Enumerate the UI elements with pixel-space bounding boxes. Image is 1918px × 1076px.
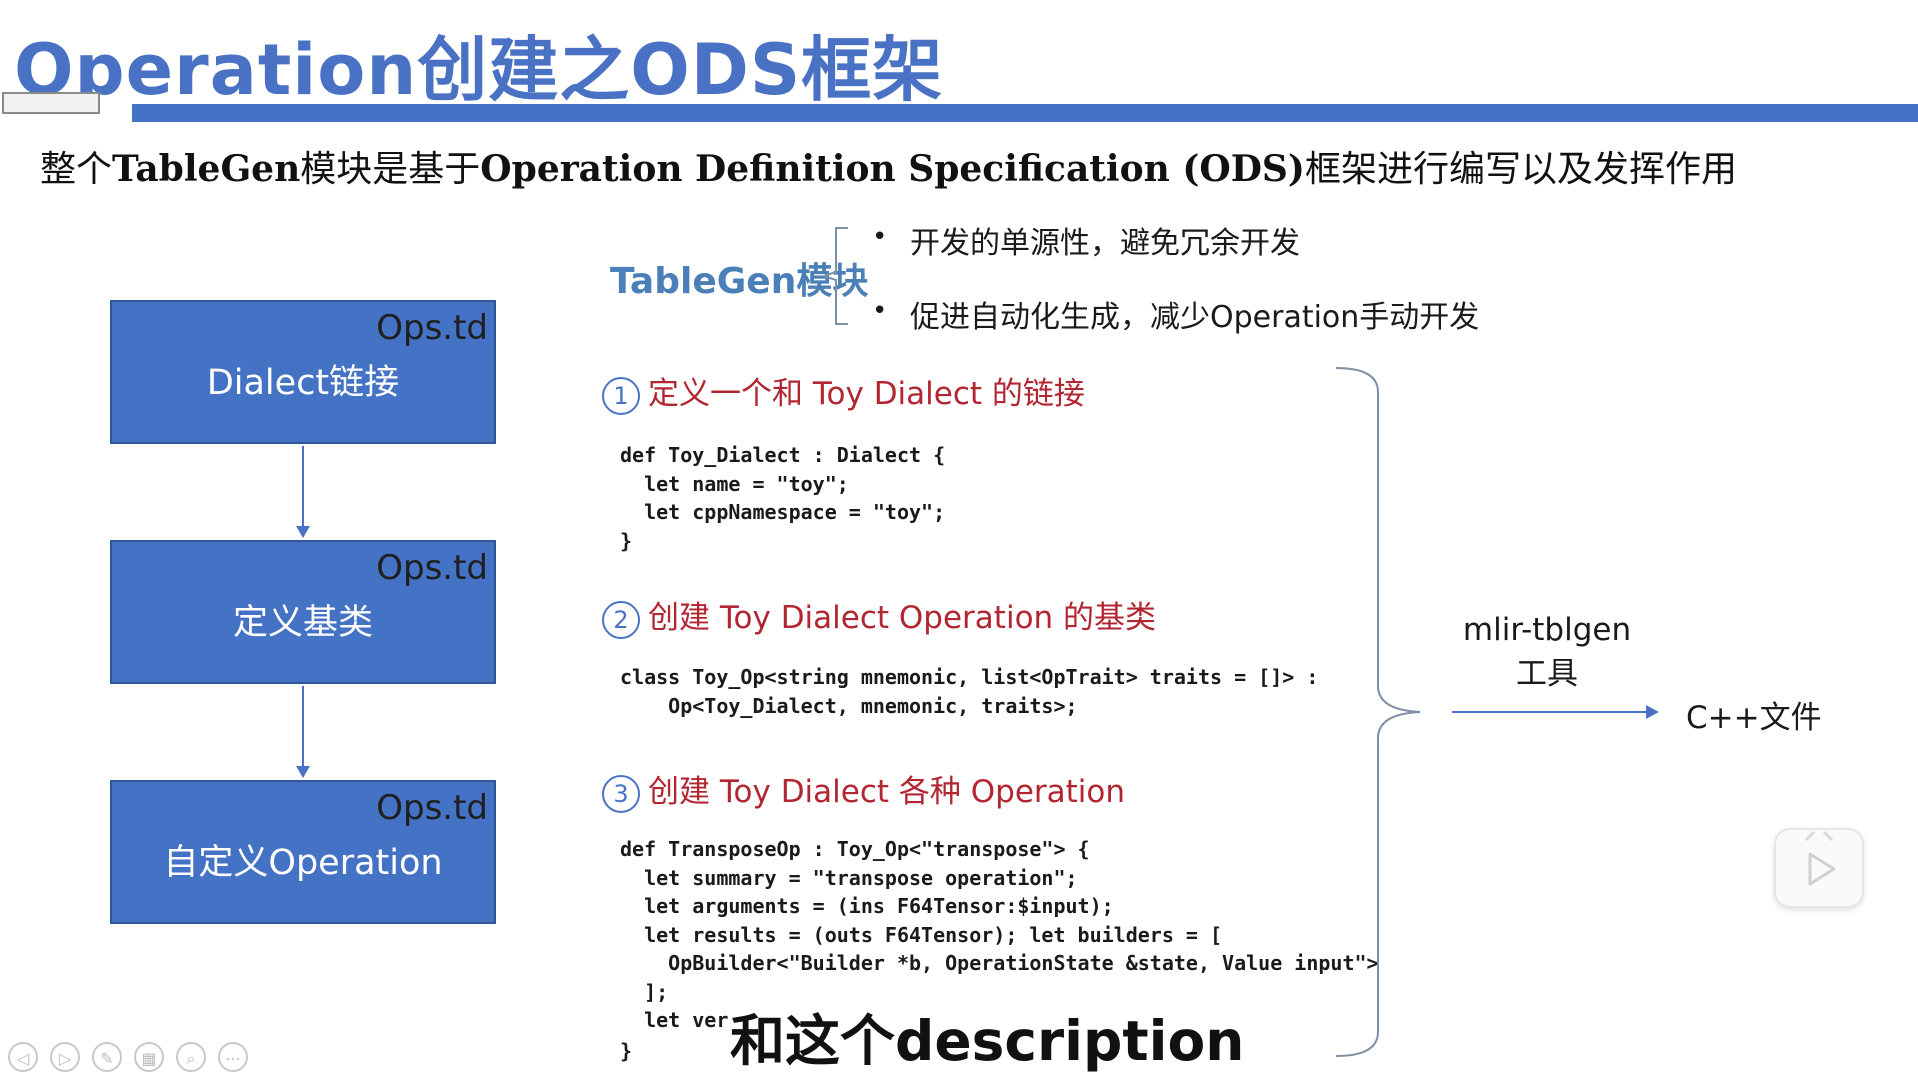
step-number: 2 xyxy=(602,600,640,639)
subtitle-tablegen: TableGen xyxy=(112,148,301,190)
zoom-icon[interactable]: ⌕ xyxy=(176,1042,206,1072)
bullet-dot-icon: • xyxy=(872,296,888,326)
step-1-title: 1 定义一个和 Toy Dialect 的链接 xyxy=(602,368,1085,415)
right-arrow-icon xyxy=(1646,705,1659,719)
step-3-title: 3 创建 Toy Dialect 各种 Operation xyxy=(602,766,1125,813)
flow-connector xyxy=(302,446,304,528)
flow-box-dialect: Ops.td Dialect链接 xyxy=(110,300,496,444)
flow-box-custom-op: Ops.td 自定义Operation xyxy=(110,780,496,924)
tool-name: mlir-tblgen xyxy=(1462,612,1632,648)
video-play-button[interactable] xyxy=(1774,828,1864,908)
prev-icon[interactable]: ◁ xyxy=(8,1042,38,1072)
step-number: 3 xyxy=(602,774,640,813)
code-block-1: def Toy_Dialect : Dialect { let name = "… xyxy=(620,443,946,553)
slide-title: Operation创建之ODS框架 xyxy=(14,29,944,111)
flow-box-label: 定义基类 xyxy=(232,603,373,643)
step-title-text: 定义一个和 Toy Dialect 的链接 xyxy=(648,376,1085,412)
tool-label: mlir-tblgen 工具 xyxy=(1452,612,1642,693)
subtitle-mid: 模块是基于 xyxy=(300,149,481,190)
step-title-text: 创建 Toy Dialect 各种 Operation xyxy=(648,774,1126,810)
flow-box-label: Dialect链接 xyxy=(206,363,400,403)
flow-box-tag: Ops.td xyxy=(376,788,488,828)
tablegen-bullet-2: 促进自动化生成，减少Operation手动开发 xyxy=(910,300,1480,335)
big-brace-icon xyxy=(1335,367,1421,1057)
tablegen-brace-icon xyxy=(820,227,848,325)
slide-subtitle: 整个TableGen模块是基于Operation Definition Spec… xyxy=(40,140,1737,192)
step-number: 1 xyxy=(602,376,640,415)
bullet-dot-icon: • xyxy=(872,222,888,252)
subtitle-suffix: 框架进行编写以及发挥作用 xyxy=(1304,149,1737,190)
flow-box-tag: Ops.td xyxy=(376,308,488,348)
output-cpp-file: C++文件 xyxy=(1686,700,1822,736)
subtitle-ods: Operation Definition Specification (ODS) xyxy=(480,148,1305,190)
next-icon[interactable]: ▷ xyxy=(50,1042,80,1072)
flow-box-base-class: Ops.td 定义基类 xyxy=(110,540,496,684)
tool-suffix: 工具 xyxy=(1516,656,1578,692)
video-subtitle: 和这个description xyxy=(730,1009,1245,1073)
flow-box-tag: Ops.td xyxy=(376,548,488,588)
step-2-title: 2 创建 Toy Dialect Operation 的基类 xyxy=(602,592,1156,639)
tool-arrow-line xyxy=(1452,711,1648,713)
pen-icon[interactable]: ✎ xyxy=(92,1042,122,1072)
grid-icon[interactable]: ▦ xyxy=(134,1042,164,1072)
step-title-text: 创建 Toy Dialect Operation 的基类 xyxy=(648,600,1157,636)
flow-arrow-icon xyxy=(296,766,310,778)
flow-arrow-icon xyxy=(296,526,310,538)
title-tab-decoration xyxy=(2,92,100,114)
play-icon xyxy=(1804,830,1836,886)
code-block-3-close: } xyxy=(620,1039,633,1063)
code-block-2: class Toy_Op<string mnemonic, list<OpTra… xyxy=(620,665,1319,718)
flow-connector xyxy=(302,686,304,768)
subtitle-prefix: 整个 xyxy=(40,149,113,190)
more-icon[interactable]: ⋯ xyxy=(218,1042,248,1072)
flow-box-label: 自定义Operation xyxy=(163,843,443,883)
tablegen-bullet-1: 开发的单源性，避免冗余开发 xyxy=(910,226,1300,261)
title-underline-bar xyxy=(132,104,1918,122)
